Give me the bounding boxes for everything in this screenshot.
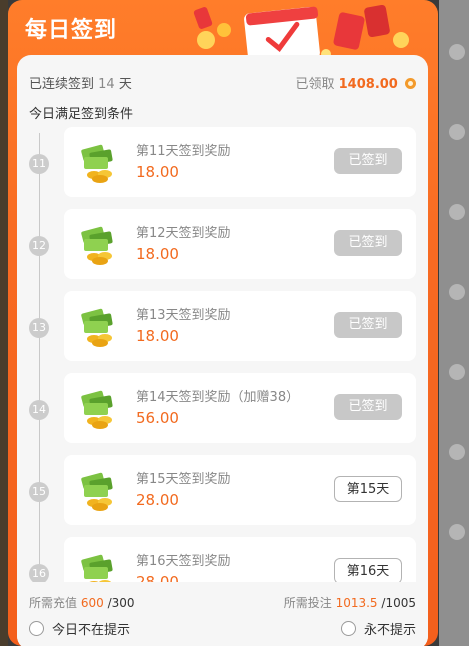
- reward-amount: 18.00: [136, 163, 179, 181]
- reward-row: 11 第11天签到奖励 18.00 已签到: [17, 127, 428, 197]
- reward-card: 第16天签到奖励 28.00 第16天: [64, 537, 416, 582]
- signed-button[interactable]: 已签到: [334, 230, 402, 256]
- streak-prefix: 已连续签到: [29, 77, 95, 92]
- claimed-amount: 1408.00: [338, 77, 398, 92]
- streak-info: 已连续签到 14 天: [29, 73, 132, 92]
- reward-amount: 56.00: [136, 409, 179, 427]
- money-gift-icon: [81, 472, 113, 511]
- money-gift-icon: [81, 390, 113, 429]
- recharge-requirement: 所需充值 600 /300: [29, 594, 135, 611]
- modal-title: 每日签到: [25, 18, 118, 43]
- reward-title: 第16天签到奖励: [136, 554, 231, 569]
- signed-button[interactable]: 已签到: [334, 394, 402, 420]
- reward-row: 16 第16天签到奖励 28.00 第16天: [17, 537, 428, 582]
- reward-card: 第12天签到奖励 18.00 已签到: [64, 209, 416, 279]
- reward-title: 第11天签到奖励: [136, 144, 231, 159]
- reward-row: 14 第14天签到奖励（加赠38） 56.00 已签到: [17, 373, 428, 443]
- reward-title: 第15天签到奖励: [136, 472, 231, 487]
- day-marker: 14: [29, 400, 49, 420]
- day-marker: 16: [29, 564, 49, 582]
- option-label: 今日不在提示: [52, 623, 131, 638]
- money-gift-icon: [81, 144, 113, 183]
- reward-card: 第13天签到奖励 18.00 已签到: [64, 291, 416, 361]
- reward-title: 第13天签到奖励: [136, 308, 231, 323]
- radio-button[interactable]: [340, 621, 356, 636]
- reward-row: 12 第12天签到奖励 18.00 已签到: [17, 209, 428, 279]
- backdrop-right: [439, 0, 469, 646]
- claimed-label: 已领取: [295, 77, 335, 92]
- reward-amount: 18.00: [136, 327, 179, 345]
- backdrop-left: [0, 0, 8, 646]
- day-marker: 15: [29, 482, 49, 502]
- daily-checkin-modal: 每日签到 已连续签到 14 天 已领取 1408.00 今日满足签到条件 11 …: [8, 0, 438, 646]
- checkin-day-button[interactable]: 第16天: [334, 558, 402, 582]
- radio-button[interactable]: [29, 621, 44, 636]
- streak-suffix: 天: [118, 77, 132, 92]
- signed-button[interactable]: 已签到: [334, 148, 402, 174]
- reward-list: 11 第11天签到奖励 18.00 已签到 12 第12天签到奖励 18.00 …: [17, 127, 428, 582]
- money-gift-icon: [81, 554, 113, 582]
- bet-requirement: 所需投注 1013.5 /1005: [284, 594, 416, 611]
- option-label: 永不提示: [363, 623, 416, 638]
- option-never-remind[interactable]: 永不提示: [340, 619, 416, 638]
- checkin-panel: 已连续签到 14 天 已领取 1408.00 今日满足签到条件 11 第11天签…: [17, 55, 428, 646]
- recharge-value: 600: [80, 596, 104, 610]
- claimed-info: 已领取 1408.00: [295, 73, 416, 92]
- checkin-day-button[interactable]: 第15天: [334, 476, 402, 502]
- option-no-remind-today[interactable]: 今日不在提示: [29, 619, 130, 638]
- day-marker: 12: [29, 236, 49, 256]
- reward-row: 13 第13天签到奖励 18.00 已签到: [17, 291, 428, 361]
- signed-button[interactable]: 已签到: [334, 312, 402, 338]
- reward-amount: 28.00: [136, 491, 179, 509]
- reward-row: 15 第15天签到奖励 28.00 第15天: [17, 455, 428, 525]
- reward-title: 第14天签到奖励（加赠38）: [136, 390, 300, 405]
- requirements-footer: 所需充值 600 /300 所需投注 1013.5 /1005 今日不在提示 永…: [17, 582, 428, 646]
- day-marker: 13: [29, 318, 49, 338]
- streak-days: 14: [98, 77, 115, 92]
- day-marker: 11: [29, 154, 49, 174]
- recharge-total: /300: [107, 596, 135, 610]
- money-gift-icon: [81, 308, 113, 347]
- bet-label: 所需投注: [283, 596, 332, 610]
- reward-card: 第15天签到奖励 28.00 第15天: [64, 455, 416, 525]
- reward-card: 第14天签到奖励（加赠38） 56.00 已签到: [64, 373, 416, 443]
- condition-text: 今日满足签到条件: [29, 107, 134, 122]
- coin-icon: [405, 78, 416, 89]
- reward-amount: 18.00: [136, 245, 179, 263]
- reward-amount: 28.00: [136, 573, 179, 582]
- recharge-label: 所需充值: [29, 596, 78, 610]
- reward-card: 第11天签到奖励 18.00 已签到: [64, 127, 416, 197]
- bet-value: 1013.5: [335, 596, 378, 610]
- reward-title: 第12天签到奖励: [136, 226, 231, 241]
- bet-total: /1005: [381, 596, 416, 610]
- money-gift-icon: [81, 226, 113, 265]
